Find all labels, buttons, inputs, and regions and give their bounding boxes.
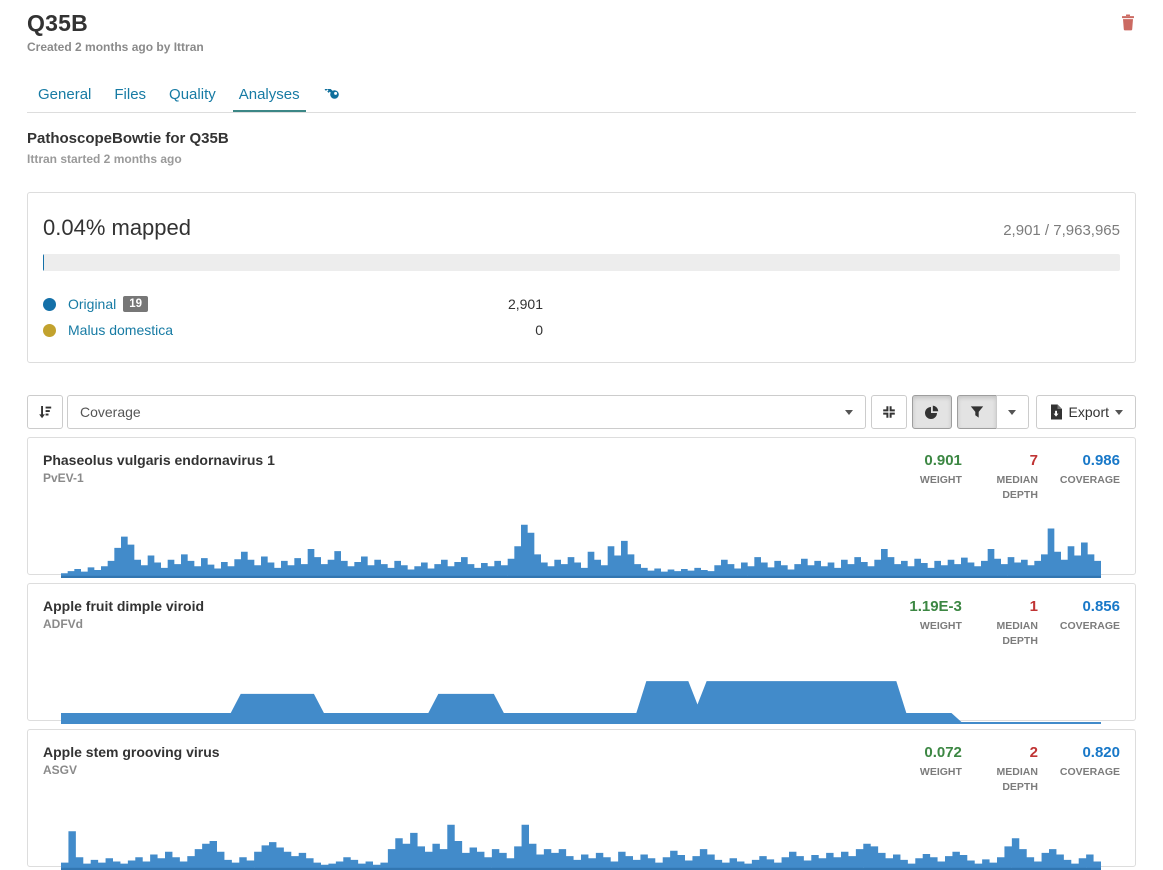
mapped-progress-bar — [43, 254, 1120, 271]
legend-row-subtraction: Malus domestica 0 — [43, 317, 543, 343]
select-caret-icon — [845, 410, 853, 415]
analysis-title: PathoscopeBowtie for Q35B — [27, 130, 1136, 147]
median-depth-label: MEDIAN DEPTH — [984, 473, 1038, 503]
coverage-chart — [61, 520, 1101, 578]
weight-label: WEIGHT — [920, 473, 962, 488]
sort-field-select[interactable]: Coverage — [67, 395, 866, 429]
export-caret-icon — [1115, 410, 1123, 415]
coverage-chart-wrap — [43, 666, 1120, 724]
mapped-legend: Original 19 2,901 Malus domestica 0 — [43, 291, 543, 343]
legend-dot-subtraction — [43, 324, 56, 337]
analysis-started: Ittran started 2 months ago — [27, 152, 1136, 166]
tab-rights[interactable] — [317, 81, 346, 112]
coverage-chart-wrap — [43, 812, 1120, 870]
stat-coverage: 0.986 COVERAGE — [1060, 452, 1120, 503]
stat-median-depth: 1 MEDIAN DEPTH — [984, 598, 1038, 649]
key-icon — [323, 89, 340, 106]
otu-stats: 1.19E-3 WEIGHT 1 MEDIAN DEPTH 0.856 COVE… — [909, 598, 1120, 649]
otu-abbreviation: ADFVd — [43, 617, 204, 631]
results-toolbar: Coverage — [27, 395, 1136, 429]
weight-value: 0.901 — [920, 452, 962, 470]
coverage-label: COVERAGE — [1060, 765, 1120, 780]
weight-value: 1.19E-3 — [909, 598, 962, 616]
otu-stats: 0.901 WEIGHT 7 MEDIAN DEPTH 0.986 COVERA… — [920, 452, 1120, 503]
sample-header: Q35B Created 2 months ago by Ittran — [27, 10, 1136, 54]
pie-chart-icon — [923, 404, 940, 421]
coverage-chart — [61, 812, 1101, 870]
filter-otus-button[interactable] — [957, 395, 997, 429]
otu-name: Apple stem grooving virus — [43, 744, 220, 760]
coverage-value: 0.820 — [1060, 744, 1120, 762]
sort-amount-down-icon — [37, 404, 53, 420]
otu-name: Phaseolus vulgaris endornavirus 1 — [43, 452, 275, 468]
mapped-percent-title: 0.04% mapped — [43, 215, 191, 241]
stat-median-depth: 2 MEDIAN DEPTH — [984, 744, 1038, 795]
legend-link-original[interactable]: Original — [68, 296, 116, 312]
sort-field-value: Coverage — [80, 404, 141, 420]
weight-value: 0.072 — [920, 744, 962, 762]
legend-row-original: Original 19 2,901 — [43, 291, 543, 317]
median-depth-value: 2 — [984, 744, 1038, 762]
tab-files[interactable]: Files — [108, 78, 152, 112]
median-depth-value: 7 — [984, 452, 1038, 470]
coverage-value: 0.856 — [1060, 598, 1120, 616]
coverage-value: 0.986 — [1060, 452, 1120, 470]
otu-name: Apple fruit dimple viroid — [43, 598, 204, 614]
stat-weight: 1.19E-3 WEIGHT — [909, 598, 962, 649]
sample-tabs: General Files Quality Analyses — [27, 78, 1136, 113]
page: Q35B Created 2 months ago by Ittran Gene… — [0, 0, 1163, 867]
weight-label: WEIGHT — [920, 765, 962, 780]
filter-button-group — [957, 395, 1029, 429]
stat-median-depth: 7 MEDIAN DEPTH — [984, 452, 1038, 503]
legend-value-original: 2,901 — [508, 296, 543, 312]
delete-sample-button[interactable] — [1120, 14, 1136, 31]
median-depth-value: 1 — [984, 598, 1038, 616]
collapse-all-button[interactable] — [871, 395, 907, 429]
stat-coverage: 0.856 COVERAGE — [1060, 598, 1120, 649]
tab-general[interactable]: General — [32, 78, 97, 112]
coverage-chart-wrap — [43, 520, 1120, 578]
compress-icon — [881, 404, 897, 420]
otu-abbreviation: ASGV — [43, 763, 220, 777]
stat-weight: 0.901 WEIGHT — [920, 452, 962, 503]
coverage-chart — [61, 666, 1101, 724]
sort-direction-button[interactable] — [27, 395, 63, 429]
otu-card-asgv[interactable]: Apple stem grooving virus ASGV 0.072 WEI… — [27, 729, 1136, 867]
legend-dot-original — [43, 298, 56, 311]
weight-label: WEIGHT — [920, 619, 962, 634]
legend-value-subtraction: 0 — [535, 322, 543, 338]
tab-analyses[interactable]: Analyses — [233, 78, 306, 112]
filter-caret-icon — [1008, 410, 1016, 415]
file-export-icon — [1049, 404, 1063, 420]
stat-coverage: 0.820 COVERAGE — [1060, 744, 1120, 795]
weight-format-button[interactable] — [912, 395, 952, 429]
otu-card-adfvd[interactable]: Apple fruit dimple viroid ADFVd 1.19E-3 … — [27, 583, 1136, 721]
export-button[interactable]: Export — [1036, 395, 1136, 429]
otu-abbreviation: PvEV-1 — [43, 471, 275, 485]
created-subtitle: Created 2 months ago by Ittran — [27, 40, 1136, 54]
coverage-label: COVERAGE — [1060, 619, 1120, 634]
median-depth-label: MEDIAN DEPTH — [984, 619, 1038, 649]
otu-card-pvev1[interactable]: Phaseolus vulgaris endornavirus 1 PvEV-1… — [27, 437, 1136, 575]
mapped-summary-card: 0.04% mapped 2,901 / 7,963,965 Original … — [27, 192, 1136, 363]
median-depth-label: MEDIAN DEPTH — [984, 765, 1038, 795]
stat-weight: 0.072 WEIGHT — [920, 744, 962, 795]
export-label: Export — [1069, 404, 1109, 420]
otu-stats: 0.072 WEIGHT 2 MEDIAN DEPTH 0.820 COVERA… — [920, 744, 1120, 795]
mapped-read-ratio: 2,901 / 7,963,965 — [1003, 222, 1120, 239]
filter-menu-button[interactable] — [996, 395, 1029, 429]
legend-link-subtraction[interactable]: Malus domestica — [68, 322, 173, 338]
trash-icon — [1120, 14, 1136, 31]
filter-icon — [969, 404, 985, 420]
legend-badge-original: 19 — [123, 296, 148, 312]
coverage-label: COVERAGE — [1060, 473, 1120, 488]
tab-quality[interactable]: Quality — [163, 78, 222, 112]
page-title: Q35B — [27, 10, 1136, 37]
